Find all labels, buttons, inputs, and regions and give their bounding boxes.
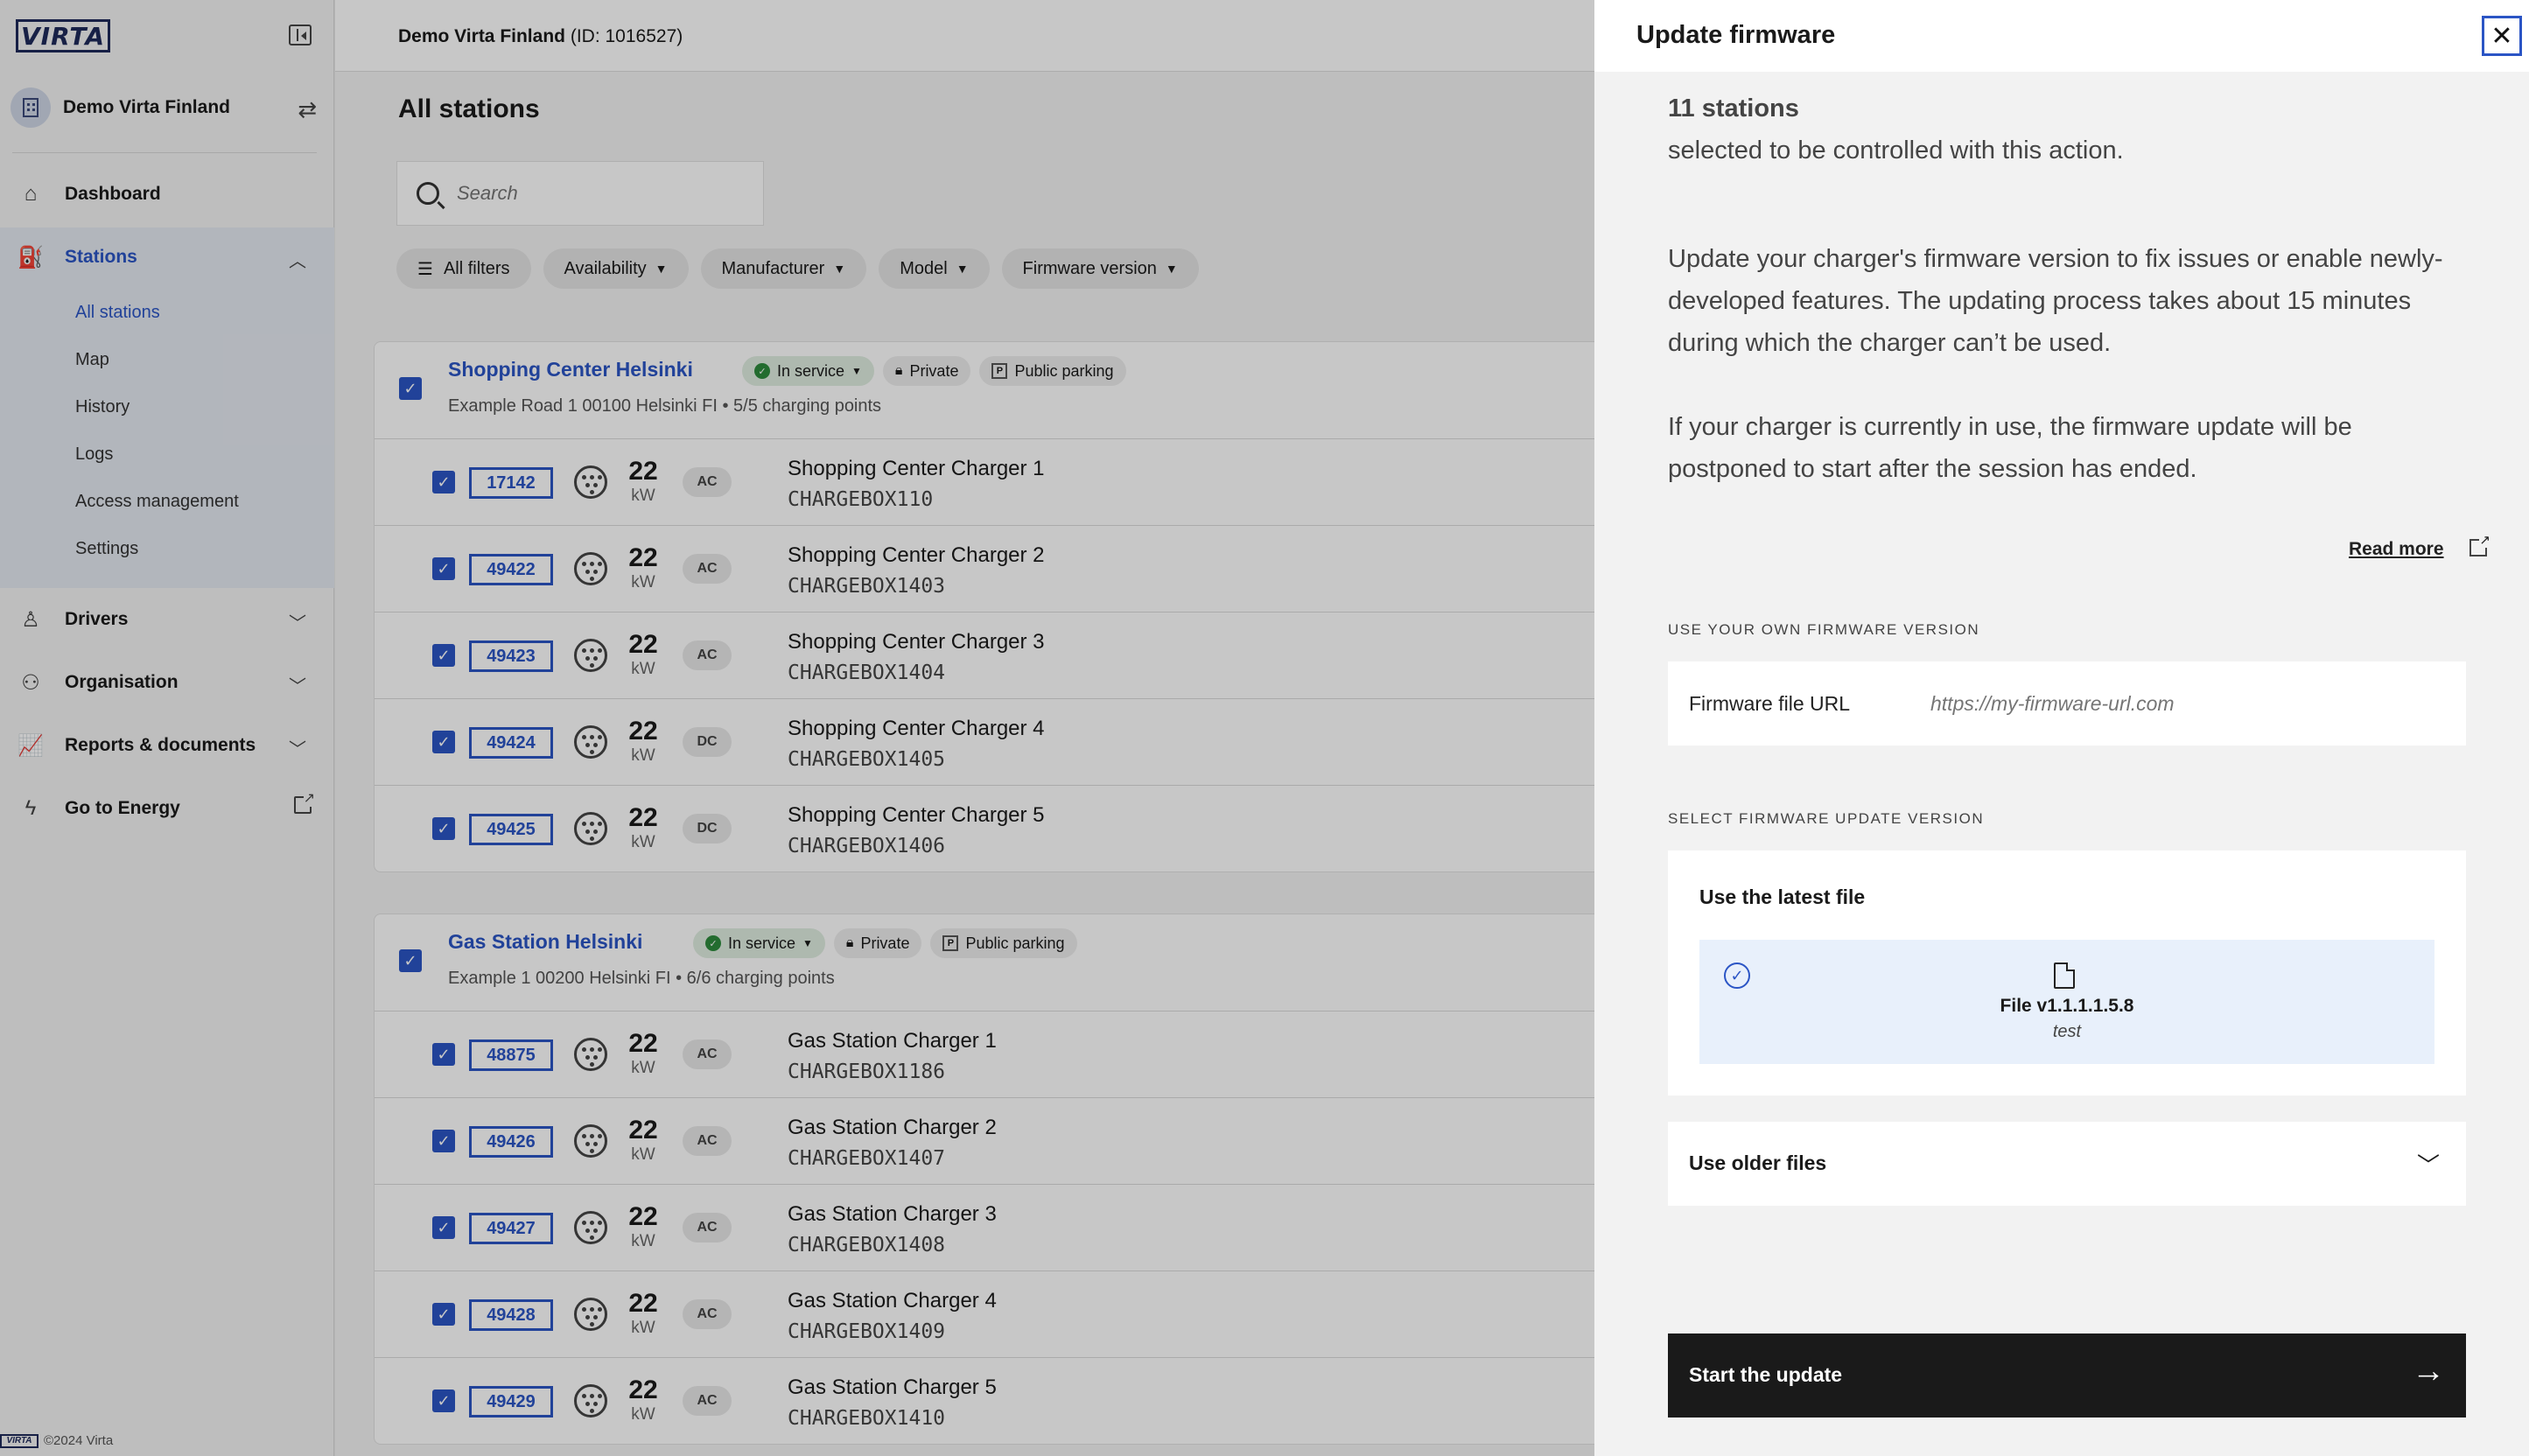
description-paragraph: Update your charger's firmware version t… xyxy=(1668,245,2443,357)
latest-file-option[interactable]: ✓ File v1.1.1.1.5.8 test xyxy=(1699,940,2434,1064)
close-button[interactable]: ✕ xyxy=(2482,16,2522,56)
select-version-section-label: SELECT FIRMWARE UPDATE VERSION xyxy=(1668,810,1985,827)
arrow-right-icon: → xyxy=(2412,1353,2445,1390)
selected-count: 11 stations xyxy=(1668,94,1799,122)
file-icon xyxy=(2054,962,2075,989)
file-name: File v1.1.1.1.5.8 xyxy=(2000,996,2134,1016)
update-firmware-drawer: Update firmware ✕ 11 stations selected t… xyxy=(1594,0,2529,1456)
older-files-accordion[interactable]: Use older files ﹀ xyxy=(1668,1122,2466,1206)
older-files-label: Use older files xyxy=(1689,1152,1827,1174)
read-more-link[interactable]: Read more xyxy=(2349,539,2444,560)
chevron-down-icon: ﹀ xyxy=(2416,1152,2440,1179)
selected-text: selected to be controlled with this acti… xyxy=(1668,136,2124,164)
firmware-url-label: Firmware file URL xyxy=(1689,691,1851,715)
firmware-url-input[interactable] xyxy=(1930,691,2420,716)
check-circle-icon: ✓ xyxy=(1724,962,1750,989)
latest-file-card: Use the latest file ✓ File v1.1.1.1.5.8 … xyxy=(1668,850,2466,1096)
latest-file-title: Use the latest file xyxy=(1699,886,1866,908)
firmware-url-field[interactable]: Firmware file URL xyxy=(1668,662,2466,746)
description-paragraph: If your charger is currently in use, the… xyxy=(1668,413,2352,483)
file-note: test xyxy=(2052,1022,2082,1041)
external-link-icon xyxy=(2469,532,2490,556)
close-icon: ✕ xyxy=(2490,21,2513,51)
start-update-button[interactable]: Start the update → xyxy=(1668,1334,2466,1418)
start-update-label: Start the update xyxy=(1689,1363,1843,1386)
modal-backdrop[interactable] xyxy=(0,0,1594,1456)
drawer-title: Update firmware xyxy=(1636,21,1836,49)
drawer-header: Update firmware ✕ xyxy=(1594,0,2529,72)
own-firmware-section-label: USE YOUR OWN FIRMWARE VERSION xyxy=(1668,621,1980,638)
